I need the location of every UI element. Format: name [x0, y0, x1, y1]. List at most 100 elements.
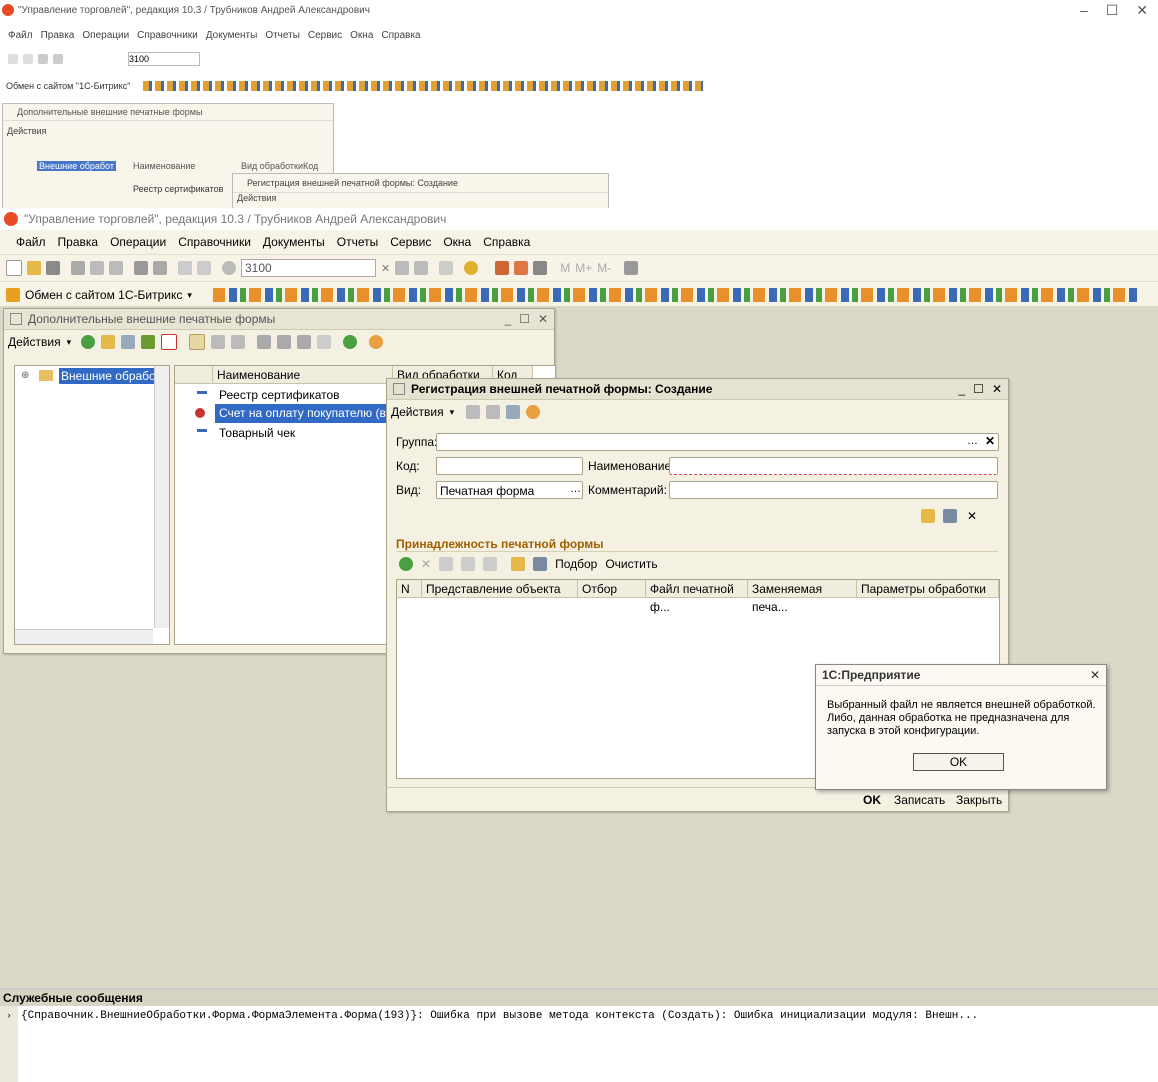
calendar-icon[interactable] — [514, 261, 529, 275]
info-icon[interactable] — [464, 261, 479, 275]
open-file-icon[interactable] — [921, 509, 935, 523]
name-field[interactable] — [669, 457, 998, 475]
menu-service[interactable]: Сервис — [390, 235, 431, 249]
col-n[interactable]: N — [397, 580, 422, 598]
save-icon[interactable] — [533, 557, 548, 571]
select-button-icon[interactable]: … — [967, 435, 978, 447]
preview-tree-item[interactable]: Внешние обработ — [37, 161, 116, 171]
search-icon[interactable] — [222, 261, 236, 275]
redo-icon[interactable] — [197, 261, 211, 275]
clear-button[interactable]: Очистить — [605, 557, 657, 571]
kind-field[interactable]: Печатная форма — [436, 481, 583, 499]
filter-value-icon[interactable] — [277, 335, 292, 349]
preview-menu-reports[interactable]: Отчеты — [265, 30, 300, 41]
preview-search-input[interactable]: 3100 — [128, 52, 200, 66]
menu-windows[interactable]: Окна — [443, 235, 471, 249]
exchange-button[interactable]: Обмен с сайтом 1С-Битрикс — [25, 288, 182, 302]
memory-plus-button[interactable]: M+ — [575, 261, 592, 275]
sort-asc-icon[interactable] — [461, 557, 476, 571]
save-file-icon[interactable] — [943, 509, 957, 523]
maximize-icon[interactable]: ☐ — [519, 312, 530, 326]
post-icon[interactable] — [466, 405, 481, 419]
maximize-icon[interactable]: ☐ — [973, 382, 984, 396]
preview-menu-help[interactable]: Справка — [381, 30, 420, 41]
actions-menu[interactable]: Действия — [8, 335, 61, 349]
save-button[interactable]: Записать — [894, 793, 945, 807]
undo-icon[interactable] — [178, 261, 192, 275]
col-parameters[interactable]: Параметры обработки — [857, 580, 999, 598]
document-toolbar-icons[interactable] — [212, 288, 1139, 302]
filter-list-icon[interactable] — [297, 335, 312, 349]
preview-menu-catalogs[interactable]: Справочники — [137, 30, 198, 41]
menu-file[interactable]: Файл — [16, 235, 46, 249]
paste-icon[interactable] — [109, 261, 123, 275]
add-row-icon[interactable] — [399, 557, 413, 571]
edit-icon[interactable] — [141, 335, 156, 349]
hierarchy-icon[interactable] — [189, 334, 206, 350]
close-icon[interactable]: ✕ — [538, 312, 548, 326]
help-icon[interactable] — [369, 335, 384, 349]
search-next-icon[interactable] — [395, 261, 410, 275]
tree-vertical-scrollbar[interactable] — [154, 366, 169, 628]
menu-edit[interactable]: Правка — [58, 235, 99, 249]
close-icon[interactable]: ✕ — [1090, 668, 1100, 682]
close-icon[interactable]: ✕ — [1136, 2, 1148, 19]
menu-help[interactable]: Справка — [483, 235, 530, 249]
pick-button[interactable]: Подбор — [555, 557, 597, 571]
list-header-name[interactable]: Наименование — [213, 366, 393, 384]
copy-icon[interactable] — [53, 54, 63, 64]
add-group-icon[interactable] — [101, 335, 116, 349]
menu-reports[interactable]: Отчеты — [337, 235, 378, 249]
delete-file-icon[interactable]: ✕ — [967, 509, 977, 523]
preview-menu-operations[interactable]: Операции — [82, 30, 129, 41]
expand-icon[interactable]: ⊕ — [21, 370, 29, 381]
open-icon[interactable] — [23, 54, 33, 64]
memory-button[interactable]: M — [560, 261, 570, 275]
windows-icon[interactable] — [439, 261, 454, 275]
delete-row-icon[interactable]: ✕ — [421, 557, 431, 571]
chevron-down-icon[interactable]: ▾ — [187, 290, 192, 301]
open-folder-icon[interactable] — [27, 261, 41, 275]
col-filter[interactable]: Отбор — [578, 580, 646, 598]
minimize-icon[interactable]: _ — [958, 382, 965, 396]
cut-icon[interactable] — [38, 54, 48, 64]
new-document-icon[interactable] — [6, 260, 22, 276]
copy-icon[interactable] — [90, 261, 104, 275]
menu-catalogs[interactable]: Справочники — [178, 235, 251, 249]
search-input[interactable]: 3100 — [241, 259, 376, 277]
tree-horizontal-scrollbar[interactable] — [15, 629, 153, 644]
tools-icon[interactable] — [624, 261, 639, 275]
menu-operations[interactable]: Операции — [110, 235, 166, 249]
help-icon[interactable] — [526, 405, 541, 419]
sort-desc-icon[interactable] — [483, 557, 498, 571]
dialog-ok-button[interactable]: OK — [913, 753, 1004, 771]
copy-item-icon[interactable] — [121, 335, 136, 349]
minimize-icon[interactable]: _ — [504, 312, 511, 326]
open-icon[interactable] — [511, 557, 526, 571]
comment-field[interactable] — [669, 481, 998, 499]
edit-row-icon[interactable] — [439, 557, 454, 571]
preview-row-1[interactable]: Реестр сертификатов — [133, 184, 223, 194]
clear-group-icon[interactable]: ✕ — [985, 434, 995, 448]
close-button[interactable]: Закрыть — [956, 793, 1002, 807]
filter-off-icon[interactable] — [317, 335, 332, 349]
save-icon[interactable] — [46, 261, 60, 275]
print-icon[interactable] — [134, 261, 148, 275]
level-up-icon[interactable] — [231, 335, 246, 349]
filter-icon[interactable] — [257, 335, 272, 349]
preview-form-actions[interactable]: Действия — [233, 193, 608, 203]
preview-list-actions[interactable]: Действия — [3, 121, 333, 141]
menu-documents[interactable]: Документы — [263, 235, 325, 249]
preview-menu-file[interactable]: Файл — [8, 30, 33, 41]
message-line[interactable]: {Справочник.ВнешниеОбработки.Форма.Форма… — [18, 1006, 1151, 1082]
move-icon[interactable] — [211, 335, 226, 349]
preview-menu-edit[interactable]: Правка — [41, 30, 75, 41]
calculator-icon[interactable] — [495, 261, 510, 275]
add-icon[interactable] — [81, 335, 96, 349]
close-icon[interactable]: ✕ — [992, 382, 1002, 396]
users-icon[interactable] — [533, 261, 548, 275]
new-icon[interactable] — [8, 54, 18, 64]
code-field[interactable] — [436, 457, 583, 475]
search-clear-icon[interactable]: ✕ — [381, 262, 390, 275]
copy-item-icon[interactable] — [506, 405, 521, 419]
